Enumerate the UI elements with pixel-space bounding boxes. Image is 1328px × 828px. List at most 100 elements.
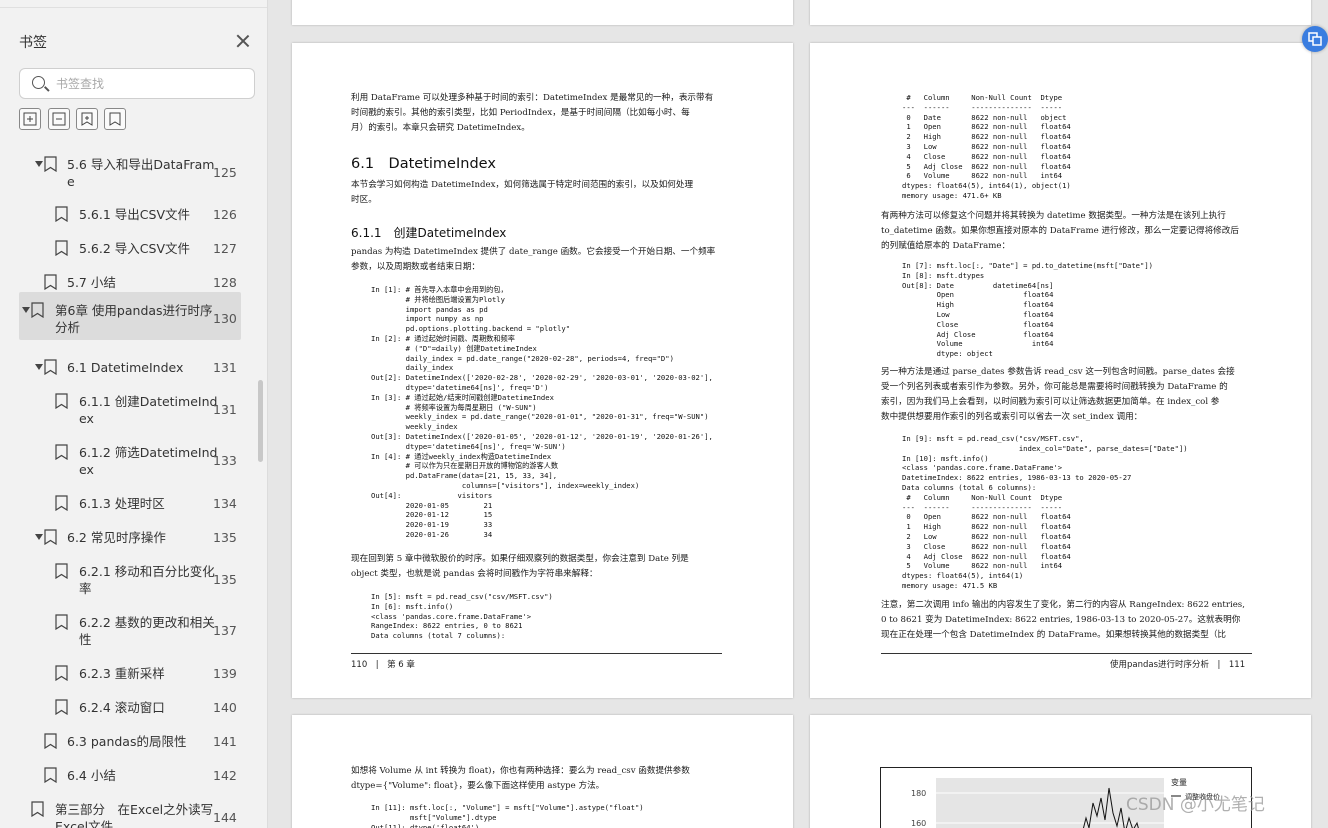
paragraph: 受一个列名列表或者索引作为参数。另外，你可能总是需要将时间戳转换为 DataFr… — [881, 382, 1228, 392]
bookmark-label: 6.2.2 基数的更改和相关性 — [79, 615, 215, 647]
bookmark-page-number: 140 — [213, 700, 237, 715]
legend-title: 变量 — [1171, 777, 1187, 787]
bookmark-icon — [44, 156, 57, 173]
page-112: 如想将 Volume 从 int 转换为 float)，你也有两种选择：要么为 … — [292, 715, 793, 828]
bookmark-page-number: 144 — [213, 810, 237, 825]
bookmark-icon — [44, 359, 57, 376]
bookmark-page-number: 142 — [213, 768, 237, 783]
subsection-heading: 6.1.1 创建DatetimeIndex — [351, 226, 507, 240]
page-110: 利用 DataFrame 可以处理多种基于时间的索引：DatetimeIndex… — [292, 43, 793, 698]
bookmark-label: 5.6.2 导入CSV文件 — [79, 241, 190, 256]
paragraph: 数中提供想要用作索引的列名或索引可以省去一次 set_index 调用： — [881, 412, 1143, 422]
bookmark-label: 6.1.2 筛选DatetimeInd ex — [79, 445, 218, 477]
code-block: # Column Non-Null Count Dtype --- ------… — [902, 93, 1071, 200]
panel-scrollbar[interactable] — [258, 380, 263, 462]
code-block: In [7]: msft.loc[:, "Date"] = pd.to_date… — [902, 261, 1153, 359]
code-block: In [9]: msft = pd.read_csv("csv/MSFT.csv… — [902, 434, 1188, 590]
bookmark-page-number: 130 — [213, 311, 237, 326]
bookmark-page-number: 126 — [213, 207, 237, 222]
paragraph: 月）的索引。本章只会研究 DatetimeIndex。 — [351, 123, 530, 133]
page-footer: 110 | 第 6 章 — [351, 660, 415, 670]
bookmark-page-number: 125 — [213, 165, 237, 180]
search-icon — [32, 76, 45, 89]
bookmark-label: 5.6 导入和导出DataFram e — [67, 157, 215, 189]
bookmark-icon — [55, 699, 68, 716]
bookmark-icon — [44, 733, 57, 750]
floating-tool-button[interactable] — [1302, 26, 1328, 52]
paragraph: 有两种方法可以修复这个问题并将其转换为 datetime 数据类型。一种方法是在… — [881, 211, 1226, 221]
paragraph: 索引，因为我们马上会看到，以时间戳为索引可以让筛选数据更加简单。在 index_… — [881, 397, 1220, 407]
watermark: CSDN @小尤笔记 — [1126, 795, 1265, 815]
paragraph: 现在回到第 5 章中微软股价的时序。如果仔细观察列的数据类型，你会注意到 Dat… — [351, 554, 689, 564]
bookmark-search-input[interactable] — [56, 74, 246, 94]
bookmark-label: 6.3 pandas的局限性 — [67, 734, 187, 749]
bookmark-label: 6.1.1 创建DatetimeInd ex — [79, 394, 218, 426]
bookmark-icon — [44, 529, 57, 546]
bookmark-icon — [55, 614, 68, 631]
code-block: In [5]: msft = pd.read_csv("csv/MSFT.csv… — [371, 592, 553, 641]
paragraph: 注意，第二次调用 info 输出的内容发生了变化，第二行的内容从 RangeIn… — [881, 600, 1245, 610]
bookmark-icon — [55, 563, 68, 580]
bookmark-page-number: 128 — [213, 275, 237, 290]
collapse-all-icon[interactable] — [48, 108, 70, 130]
bookmark-page-number: 135 — [213, 530, 237, 545]
chevron-down-icon[interactable] — [35, 534, 43, 540]
panel-title: 书签 — [19, 35, 47, 51]
bookmark-panel: 书签 5.6 导入和导出DataFrame125 5.6.1 导出CSV文件 126… — [0, 0, 268, 828]
bookmark-icon — [44, 767, 57, 784]
bookmark-item[interactable]: 第6章 使用pandas进行时序 分析 130 — [19, 292, 241, 340]
bookmark-label: 5.7 小结 — [67, 275, 116, 290]
bookmark-page-number: 127 — [213, 241, 237, 256]
bookmark-label: 6.4 小结 — [67, 768, 116, 783]
bookmark-icon[interactable] — [104, 108, 126, 130]
bookmark-page-number: 137 — [213, 623, 237, 638]
footer-rule — [881, 653, 1252, 654]
bookmark-search-box[interactable] — [19, 68, 255, 99]
chevron-down-icon[interactable] — [22, 307, 30, 313]
bookmark-page-number: 131 — [213, 402, 237, 417]
close-icon[interactable] — [234, 32, 252, 50]
page-footer: 使用pandas进行时序分析 | 111 — [1110, 660, 1246, 670]
bookmark-label: 5.6.1 导出CSV文件 — [79, 207, 190, 222]
bookmark-page-number: 141 — [213, 734, 237, 749]
paragraph: 时区。 — [351, 195, 377, 205]
bookmark-page-number: 139 — [213, 666, 237, 681]
paragraph: 时间戳的索引。其他的索引类型，比如 PeriodIndex，是基于时间间隔（比如… — [351, 108, 690, 118]
bookmark-label: 第6章 使用pandas进行时序 分析 — [55, 303, 213, 335]
panel-top-border — [0, 0, 267, 8]
paragraph: 现在正在处理一个包含 DatetimeIndex 的 DataFrame。如果想… — [881, 630, 1227, 640]
bookmark-label: 6.2.4 滚动窗口 — [79, 700, 165, 715]
expand-all-icon[interactable] — [19, 108, 41, 130]
bookmark-label: 6.1 DatetimeIndex — [67, 360, 184, 375]
paragraph: object 类型，也就是说 pandas 会将时间戳作为字符串来解释： — [351, 569, 598, 579]
bookmark-page-number: 133 — [213, 453, 237, 468]
bookmark-icon — [55, 206, 68, 223]
section-heading: 6.1 DatetimeIndex — [351, 156, 496, 172]
paragraph: 的列赋值给原本的 DataFrame： — [881, 241, 1011, 251]
page-111: # Column Non-Null Count Dtype --- ------… — [810, 43, 1311, 698]
add-bookmark-icon[interactable] — [76, 108, 98, 130]
bookmark-label: 6.2.3 重新采样 — [79, 666, 165, 681]
bookmark-page-number: 134 — [213, 496, 237, 511]
footer-rule — [351, 653, 722, 654]
page-top-left-partial — [292, 0, 793, 25]
paragraph: 本节会学习如何构造 DatetimeIndex，如何筛选属于特定时间范围的索引，… — [351, 180, 694, 190]
paragraph: 参数，以及周期数或者结束日期： — [351, 262, 480, 272]
bookmark-label: 6.1.3 处理时区 — [79, 496, 165, 511]
bookmark-icon — [55, 444, 68, 461]
chevron-down-icon[interactable] — [35, 364, 43, 370]
paragraph: to_datetime 函数。如果你想直接对原本的 DataFrame 进行修改… — [881, 226, 1239, 236]
bookmark-icon — [31, 302, 44, 319]
bookmark-icon — [44, 274, 57, 291]
chevron-down-icon[interactable] — [35, 161, 43, 167]
bookmark-page-number: 131 — [213, 360, 237, 375]
bookmark-icon — [55, 495, 68, 512]
bookmark-label: 6.2 常见时序操作 — [67, 530, 166, 545]
bookmark-icon — [55, 393, 68, 410]
paragraph: 0 to 8621 变为 DatetimeIndex: 8622 entries… — [881, 615, 1241, 625]
bookmark-label: 第三部分 在Excel之外读写 Excel文件 — [55, 802, 214, 828]
paragraph: pandas 为构造 DatetimeIndex 提供了 date_range … — [351, 247, 716, 257]
bookmark-icon — [55, 240, 68, 257]
paragraph: 利用 DataFrame 可以处理多种基于时间的索引：DatetimeIndex… — [351, 93, 714, 103]
paragraph: dtype={"Volume": float}，要么像下面这样使用 astype… — [351, 781, 605, 791]
